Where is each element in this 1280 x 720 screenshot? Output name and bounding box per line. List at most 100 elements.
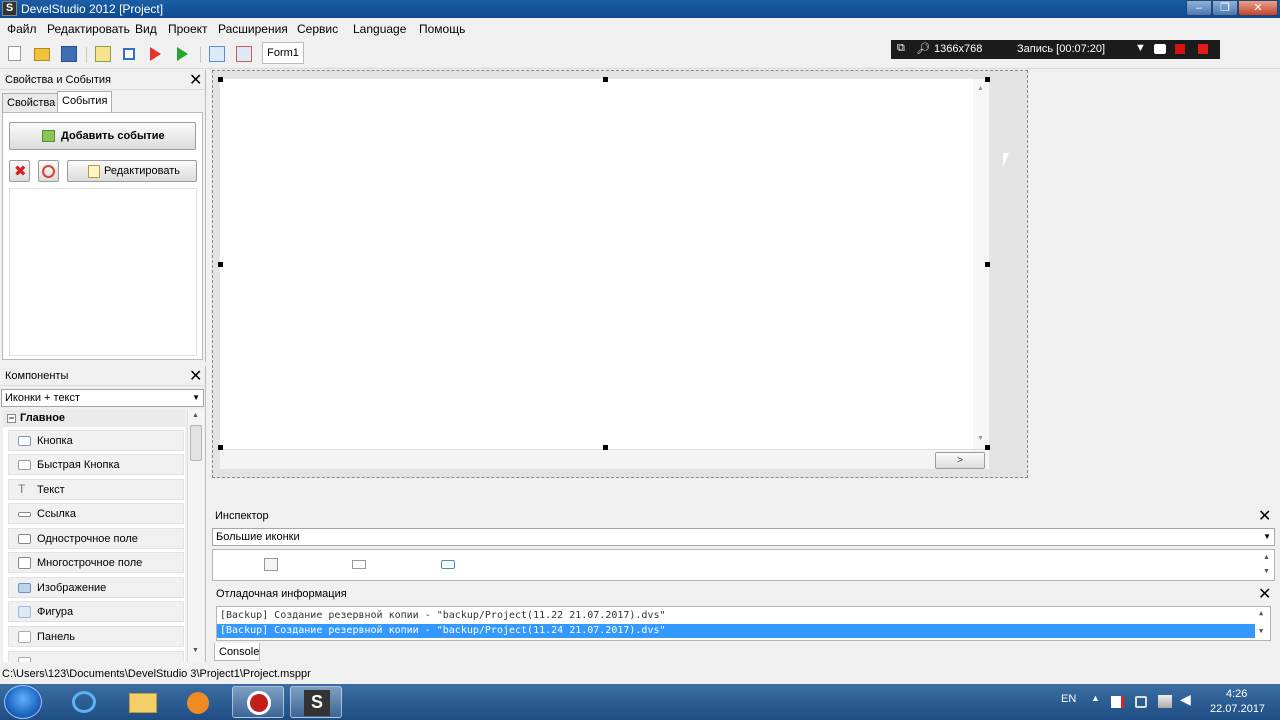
menu-service[interactable]: Сервис [297, 22, 338, 36]
components-scrollbar[interactable]: ▲ ▼ [187, 410, 204, 662]
delete-event-button[interactable]: ✖ [9, 160, 30, 182]
form-object-icon[interactable] [264, 558, 278, 571]
scroll-up-icon[interactable]: ▲ [1259, 609, 1263, 617]
scroll-up-icon[interactable]: ▲ [1263, 554, 1270, 561]
image-icon [18, 583, 31, 593]
run-green-icon[interactable] [177, 47, 188, 61]
network-icon[interactable] [1158, 695, 1172, 708]
refresh-event-button[interactable] [38, 160, 59, 182]
resize-handle-bottom-left[interactable] [218, 445, 223, 450]
menu-edit[interactable]: Редактировать [47, 22, 130, 36]
scroll-down-icon[interactable]: ▼ [1263, 568, 1270, 575]
language-indicator[interactable]: EN [1061, 693, 1076, 705]
pause-icon[interactable] [1175, 44, 1185, 54]
scroll-right-button[interactable]: > [935, 452, 985, 469]
tab-console[interactable]: Console [214, 643, 260, 661]
close-button[interactable]: ✕ [1238, 0, 1278, 16]
maximize-button[interactable]: ❐ [1212, 0, 1238, 16]
minimize-button[interactable]: – [1186, 0, 1212, 16]
component-quick-button[interactable]: Быстрая Кнопка [8, 454, 184, 475]
taskbar-ie[interactable] [58, 686, 110, 718]
taskbar-recorder[interactable] [232, 686, 284, 718]
view-mode-select[interactable]: Иконки + текст ▼ [1, 389, 204, 407]
collapse-icon[interactable]: − [7, 414, 16, 423]
menu-file[interactable]: Файл [7, 22, 37, 36]
close-icon[interactable]: ✕ [1258, 587, 1271, 603]
button-object-icon[interactable] [441, 560, 455, 569]
component-text[interactable]: T Текст [8, 479, 184, 500]
tab-events[interactable]: События [57, 91, 113, 112]
taskbar-media-player[interactable] [172, 686, 224, 718]
log-line[interactable]: [Backup] Создание резервной копии - "bac… [220, 609, 666, 623]
taskbar-develstudio[interactable]: S [290, 686, 342, 718]
project-path: C:\Users\123\Documents\DevelStudio 3\Pro… [2, 668, 311, 680]
inspector-view-select[interactable]: Большие иконки ▼ [212, 528, 1275, 546]
magnifier-icon[interactable]: 🔎︎ [916, 42, 930, 55]
events-list[interactable] [9, 188, 197, 356]
close-icon[interactable]: ✕ [1258, 509, 1271, 525]
close-icon[interactable]: ✕ [189, 369, 202, 385]
start-button[interactable] [4, 685, 42, 719]
resize-handle-left[interactable] [218, 262, 223, 267]
tray-expand-icon[interactable]: ▲ [1091, 693, 1100, 703]
component-next[interactable] [8, 651, 184, 662]
list-item-label: Кнопка [37, 435, 73, 447]
add-event-button[interactable]: Добавить событие [9, 122, 196, 150]
tab-properties[interactable]: Свойства [2, 93, 61, 112]
scroll-down-icon[interactable]: ▼ [1259, 627, 1263, 635]
speaker-icon[interactable]: ◀ [1180, 691, 1191, 708]
scroll-down-icon[interactable]: ▼ [977, 435, 984, 442]
log-line-selected[interactable]: [Backup] Создание резервной копии - "bac… [217, 624, 1255, 638]
usb-device-icon[interactable] [1135, 696, 1147, 708]
component-link[interactable]: Ссылка [8, 503, 184, 524]
stop-record-icon[interactable] [1198, 44, 1208, 54]
list-item-label: Фигура [37, 606, 74, 618]
form-horizontal-scrollbar[interactable]: > [220, 449, 989, 469]
dropdown-arrow-icon[interactable]: ▼ [1135, 42, 1146, 54]
group-header-main[interactable]: − Главное [3, 410, 185, 427]
menu-help[interactable]: Помощь [419, 22, 465, 36]
component-button[interactable]: Кнопка [8, 430, 184, 451]
build-icon[interactable] [95, 46, 111, 62]
scroll-up-icon[interactable]: ▲ [977, 85, 984, 92]
component-single-line-field[interactable]: Однострочное поле [8, 528, 184, 549]
delete-form-icon[interactable] [236, 46, 252, 62]
resize-handle-right[interactable] [985, 262, 990, 267]
component-image[interactable]: Изображение [8, 577, 184, 598]
resize-handle-top-right[interactable] [985, 77, 990, 82]
component-panel[interactable]: Панель [8, 626, 184, 647]
resize-handle-top-left[interactable] [218, 77, 223, 82]
window-restore-icon[interactable]: ⧉ [897, 42, 905, 55]
run-red-icon[interactable] [150, 47, 161, 61]
debug-log[interactable]: [Backup] Создание резервной копии - "bac… [216, 606, 1271, 641]
open-folder-icon[interactable] [34, 48, 50, 61]
scroll-down-icon[interactable]: ▼ [192, 647, 199, 654]
component-shape[interactable]: Фигура [8, 601, 184, 622]
edit-object-icon[interactable] [352, 560, 366, 569]
menu-view[interactable]: Вид [135, 22, 157, 36]
menu-extensions[interactable]: Расширения [218, 22, 288, 36]
panel-header: Компоненты [0, 366, 205, 386]
action-center-icon[interactable] [1111, 696, 1124, 708]
menu-project[interactable]: Проект [168, 22, 208, 36]
taskbar-explorer[interactable] [116, 686, 168, 718]
scroll-thumb[interactable] [190, 425, 202, 461]
clock-time[interactable]: 4:26 [1226, 688, 1247, 700]
new-file-icon[interactable] [8, 46, 21, 61]
camera-icon[interactable] [1154, 44, 1166, 54]
clock-date[interactable]: 22.07.2017 [1210, 703, 1265, 715]
folder-icon [129, 693, 157, 713]
tab-form1[interactable]: Form1 [262, 42, 304, 64]
add-form-icon[interactable] [209, 46, 225, 62]
edit-event-button[interactable]: Редактировать [67, 160, 197, 182]
design-form-canvas[interactable] [220, 79, 989, 449]
component-multi-line-field[interactable]: Многострочное поле [8, 552, 184, 573]
save-icon[interactable] [61, 46, 77, 62]
stop-icon[interactable] [123, 48, 135, 60]
resize-handle-bottom-right[interactable] [985, 445, 990, 450]
menu-language[interactable]: Language [353, 22, 406, 36]
resize-handle-top[interactable] [603, 77, 608, 82]
scroll-up-icon[interactable]: ▲ [192, 412, 199, 419]
resize-handle-bottom[interactable] [603, 445, 608, 450]
close-icon[interactable]: ✕ [189, 73, 202, 89]
